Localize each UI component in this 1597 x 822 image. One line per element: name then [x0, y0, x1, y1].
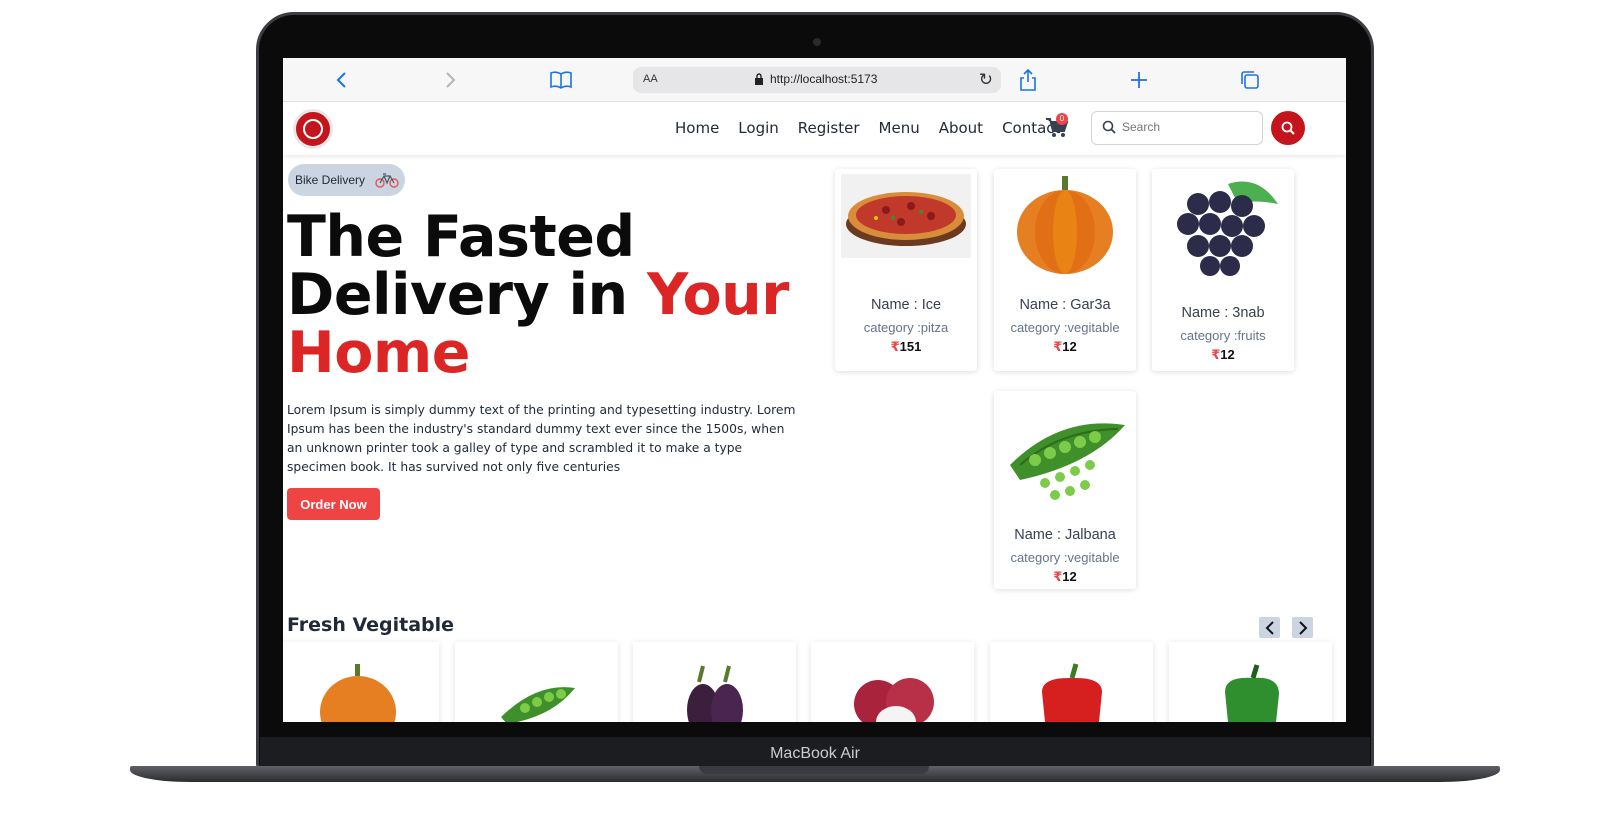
search-button[interactable] [1271, 111, 1305, 145]
product-price: ₹12 [994, 339, 1136, 355]
nav-home[interactable]: Home [675, 119, 719, 137]
peas-image [500, 687, 575, 722]
product-name: Name : Ice [870, 297, 942, 313]
product-category: category :vegitable [1010, 550, 1120, 565]
section-title: Fresh Vegitable [287, 614, 455, 636]
nav-menu: Home Login Register Menu About Contact [675, 119, 1079, 137]
carousel-card[interactable] [455, 642, 618, 722]
onion-image [853, 678, 934, 722]
currency-symbol: ₹ [1211, 347, 1221, 362]
reload-icon[interactable]: ↻ [979, 70, 993, 90]
hero-title-highlight: Your [646, 262, 789, 328]
price-value: 12 [1062, 569, 1077, 584]
product-card[interactable]: Name : Gar3a category :vegitable ₹12 [994, 169, 1136, 371]
pizza-image [841, 174, 971, 258]
device-label: MacBook Air [770, 745, 860, 762]
pumpkin-image [1017, 176, 1113, 274]
order-now-button[interactable]: Order Now [287, 488, 380, 520]
camera-dot [813, 38, 821, 46]
hero-title-line-2: Delivery in Your [287, 266, 789, 324]
bicycle-icon [375, 173, 399, 188]
lock-icon [755, 73, 763, 85]
product-price: ₹151 [835, 339, 977, 355]
chevron-left-icon [1265, 620, 1274, 635]
product-name: Name : Gar3a [1019, 297, 1111, 313]
price-value: 151 [899, 339, 922, 354]
currency-symbol: ₹ [1053, 569, 1063, 584]
carousel-card[interactable] [1169, 642, 1332, 722]
product-card[interactable]: Name : Jalbana category :vegitable ₹12 [994, 391, 1136, 589]
carousel-card[interactable] [633, 642, 796, 722]
price-value: 12 [1220, 347, 1235, 362]
hero-title-line-3: Home [287, 320, 470, 386]
reader-aa-label[interactable]: AA [643, 73, 658, 85]
search-field[interactable] [1091, 111, 1263, 145]
site-header: Home Login Register Menu About Contact 0 [283, 103, 1346, 155]
hero-title: The Fasted Delivery in Your Home [287, 208, 789, 382]
new-tab-icon[interactable] [1127, 68, 1151, 92]
nav-register[interactable]: Register [798, 119, 860, 137]
logo-mark-icon [303, 119, 323, 139]
address-bar[interactable]: AA http://localhost:5173 ↻ [633, 67, 1001, 93]
cart-count-badge: 0 [1056, 113, 1068, 125]
product-card[interactable]: Name : 3nab category :fruits ₹12 [1152, 169, 1294, 371]
currency-symbol: ₹ [1053, 339, 1063, 354]
nav-about[interactable]: About [939, 119, 983, 137]
red-pepper-image [1041, 663, 1102, 722]
tabs-icon[interactable] [1238, 68, 1262, 92]
peas-image [1010, 423, 1125, 500]
bookmarks-icon[interactable] [549, 68, 573, 92]
laptop-notch [699, 766, 929, 774]
share-icon[interactable] [1016, 68, 1040, 92]
browser-toolbar: AA http://localhost:5173 ↻ [283, 58, 1346, 102]
product-name: Name : 3nab [1181, 305, 1265, 321]
hero-description: Lorem Ipsum is simply dummy text of the … [287, 403, 796, 474]
nav-login[interactable]: Login [738, 119, 778, 137]
search-icon [1102, 120, 1116, 134]
carousel-prev-button[interactable] [1259, 617, 1280, 638]
bike-delivery-badge: Bike Delivery [288, 164, 405, 196]
product-price: ₹12 [1152, 347, 1294, 363]
price-value: 12 [1062, 339, 1077, 354]
eggplant-image [686, 665, 743, 722]
grapes-image [1177, 181, 1278, 276]
badge-label: Bike Delivery [295, 173, 366, 187]
search-button-icon [1281, 121, 1295, 135]
product-price: ₹12 [994, 569, 1136, 585]
hero-title-line-1: The Fasted [287, 204, 635, 270]
product-category: category :pitza [863, 320, 949, 335]
forward-icon[interactable] [439, 68, 463, 92]
site-logo[interactable] [293, 109, 333, 149]
green-pepper-image [1224, 664, 1279, 722]
back-icon[interactable] [329, 68, 353, 92]
nav-menu-link[interactable]: Menu [879, 119, 920, 137]
pumpkin-image [319, 664, 396, 722]
carousel-card[interactable] [990, 642, 1153, 722]
screen: AA http://localhost:5173 ↻ Home Login Re… [283, 58, 1346, 722]
product-category: category :fruits [1180, 328, 1266, 343]
carousel-card[interactable] [283, 642, 439, 722]
url-text[interactable]: http://localhost:5173 [770, 72, 877, 86]
hero-title-black: Delivery in [287, 262, 647, 328]
carousel-next-button[interactable] [1292, 617, 1313, 638]
chevron-right-icon [1298, 620, 1307, 635]
search-input[interactable] [1122, 120, 1252, 134]
carousel-card[interactable] [811, 642, 974, 722]
product-category: category :vegitable [1010, 320, 1120, 335]
product-card[interactable]: Name : Ice category :pitza ₹151 [835, 169, 977, 371]
device-mockup: MacBook Air AA http://localhost:5173 ↻ H… [0, 0, 1597, 822]
product-name: Name : Jalbana [1014, 527, 1116, 543]
currency-symbol: ₹ [890, 339, 900, 354]
